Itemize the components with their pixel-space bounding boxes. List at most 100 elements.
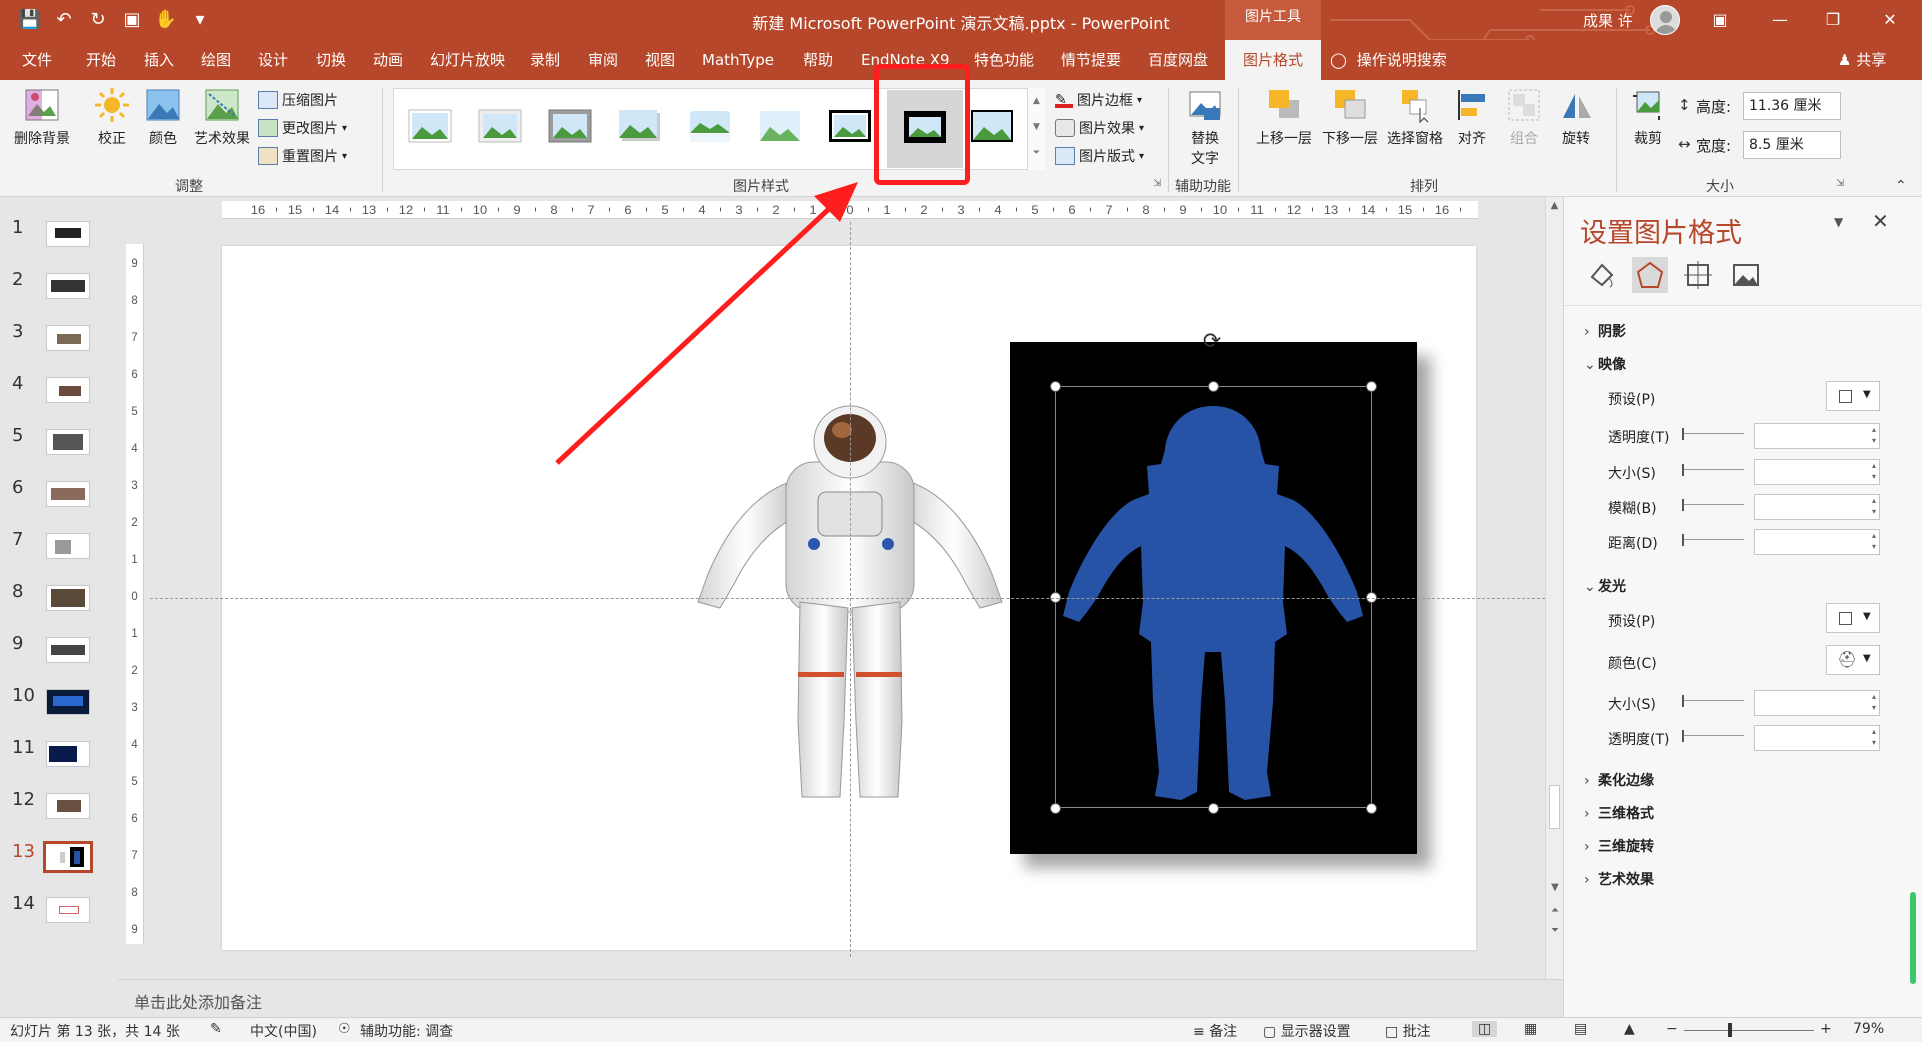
tab-slideshow[interactable]: 幻灯片放映 <box>430 40 505 80</box>
reflection-size-slider[interactable] <box>1682 464 1744 476</box>
resize-handle-bottom-right[interactable] <box>1366 803 1377 814</box>
picture-layout-button[interactable]: 图片版式 ▾ <box>1055 146 1144 166</box>
tab-animations[interactable]: 动画 <box>373 40 403 80</box>
user-name[interactable]: 成果 许 <box>1583 10 1633 31</box>
height-input[interactable]: 11.36 厘米 <box>1743 92 1841 120</box>
notes-button[interactable]: ≡ 备注 <box>1193 1021 1237 1041</box>
crop-button[interactable]: 裁剪 <box>1628 86 1668 148</box>
scroll-up-icon[interactable]: ▲ <box>1546 197 1563 215</box>
slide-thumbnail[interactable] <box>46 689 90 715</box>
dialog-launcher-icon[interactable]: ⇲ <box>1153 178 1161 189</box>
section-3d-rotation[interactable]: › 三维旋转 <box>1584 836 1654 856</box>
resize-handle-bottom-left[interactable] <box>1050 803 1061 814</box>
resize-handle-top-left[interactable] <box>1050 381 1061 392</box>
resize-handle-bottom[interactable] <box>1208 803 1219 814</box>
selection-pane-button[interactable]: 选择窗格 <box>1383 86 1447 148</box>
change-picture-button[interactable]: 更改图片 ▾ <box>258 118 347 138</box>
tab-mathtype[interactable]: MathType <box>702 40 774 80</box>
slide-thumbnail[interactable] <box>46 377 90 403</box>
group-button[interactable]: 组合 <box>1504 86 1544 148</box>
zoom-level[interactable]: 79% <box>1853 1021 1884 1037</box>
section-reflection[interactable]: ⌄ 映像 <box>1584 354 1626 374</box>
tab-review[interactable]: 审阅 <box>588 40 618 80</box>
spellcheck-icon[interactable]: ✎ <box>210 1021 222 1037</box>
tab-design[interactable]: 设计 <box>258 40 288 80</box>
tell-me-search[interactable]: ◯ 操作说明搜索 <box>1330 40 1447 80</box>
slideshow-view-icon[interactable]: ▲ <box>1624 1021 1635 1037</box>
reading-view-icon[interactable]: ▤ <box>1574 1021 1587 1037</box>
zoom-slider[interactable] <box>1684 1023 1814 1037</box>
tab-special-features[interactable]: 特色功能 <box>974 40 1034 80</box>
bring-forward-button[interactable]: 上移一层 <box>1252 86 1316 148</box>
glow-preset-dropdown[interactable]: ▼ <box>1826 603 1880 633</box>
picture-tab-icon[interactable] <box>1728 257 1764 293</box>
pane-scrollbar[interactable] <box>1910 892 1916 984</box>
reflection-size-input[interactable] <box>1754 459 1880 485</box>
section-artistic-effects[interactable]: › 艺术效果 <box>1584 869 1654 889</box>
tab-help[interactable]: 帮助 <box>803 40 833 80</box>
gallery-scroll[interactable]: ▲ ▼ ⏷ <box>1027 88 1045 170</box>
notes-placeholder[interactable]: 单击此处添加备注 <box>134 989 262 1013</box>
artistic-effects-button[interactable]: 艺术效果 <box>190 86 254 148</box>
glow-size-slider[interactable] <box>1682 695 1744 707</box>
gallery-more-icon[interactable]: ⏷ <box>1028 140 1045 166</box>
section-3d-format[interactable]: › 三维格式 <box>1584 803 1654 823</box>
picture-border-button[interactable]: ✎ 图片边框 ▾ <box>1055 90 1142 110</box>
next-slide-icon[interactable]: ⏷ <box>1546 925 1564 936</box>
slide-thumbnail[interactable] <box>46 637 90 663</box>
horizontal-ruler[interactable]: 16 15 14 13 12 11 10 9 8 7 6 5 4 3 2 1 0 1 2 3 4 5 6 7 8 9 10 11 12 1… <box>222 201 1478 219</box>
zoom-in-icon[interactable]: + <box>1820 1021 1832 1037</box>
zoom-slider-thumb[interactable] <box>1728 1023 1732 1037</box>
slide-thumbnail[interactable] <box>46 741 90 767</box>
effects-tab[interactable] <box>1632 257 1668 293</box>
slide-thumbnail[interactable] <box>46 429 90 455</box>
minimize-icon[interactable]: — <box>1760 6 1800 34</box>
tab-picture-format[interactable]: 图片格式 <box>1225 40 1321 80</box>
language-indicator[interactable]: 中文(中国) <box>250 1021 317 1041</box>
scroll-thumb[interactable] <box>1549 785 1560 829</box>
zoom-out-icon[interactable]: − <box>1666 1021 1678 1037</box>
slide-thumbnail[interactable] <box>46 325 90 351</box>
glow-transparency-slider[interactable] <box>1682 730 1744 742</box>
style-reflected-rounded[interactable] <box>688 109 732 143</box>
tab-storyboard[interactable]: 情节提要 <box>1061 40 1121 80</box>
notes-pane[interactable]: 单击此处添加备注 <box>118 979 1563 1017</box>
slide-thumbnail[interactable] <box>46 273 90 299</box>
corrections-button[interactable]: 校正 <box>92 86 132 148</box>
reset-picture-button[interactable]: 重置图片 ▾ <box>258 146 347 166</box>
reflection-transparency-input[interactable] <box>1754 423 1880 449</box>
reflection-blur-input[interactable] <box>1754 494 1880 520</box>
color-button[interactable]: 颜色 <box>143 86 183 148</box>
tab-transitions[interactable]: 切换 <box>316 40 346 80</box>
rotate-handle-icon[interactable]: ⟳ <box>1199 329 1225 355</box>
previous-slide-icon[interactable]: ⏶ <box>1546 905 1564 916</box>
style-simple-frame-black[interactable] <box>970 109 1014 143</box>
slide-thumbnail[interactable] <box>46 533 90 559</box>
section-glow[interactable]: ⌄ 发光 <box>1584 576 1626 596</box>
ribbon-display-options-icon[interactable]: ▣ <box>1700 6 1740 34</box>
tab-record[interactable]: 录制 <box>530 40 560 80</box>
pane-options-chevron-icon[interactable]: ▼ <box>1834 215 1843 229</box>
rotate-button[interactable]: 旋转 <box>1556 86 1596 148</box>
style-soft-edge[interactable] <box>758 109 802 143</box>
normal-view-icon[interactable]: ◫ <box>1472 1021 1498 1037</box>
scroll-down-icon[interactable]: ▼ <box>1546 882 1564 893</box>
resize-handle-top-right[interactable] <box>1366 381 1377 392</box>
reflection-distance-input[interactable] <box>1754 529 1880 555</box>
glow-transparency-input[interactable] <box>1754 725 1880 751</box>
close-icon[interactable]: ✕ <box>1870 6 1910 34</box>
size-properties-tab-icon[interactable] <box>1680 257 1716 293</box>
slide-sorter-icon[interactable]: ▦ <box>1524 1021 1537 1037</box>
compress-pictures-button[interactable]: 压缩图片 <box>258 90 338 110</box>
accessibility-status[interactable]: 辅助功能: 调查 <box>360 1021 453 1041</box>
gallery-down-icon[interactable]: ▼ <box>1028 114 1045 140</box>
size-dialog-launcher-icon[interactable]: ⇲ <box>1836 178 1844 189</box>
send-backward-button[interactable]: 下移一层 <box>1318 86 1382 148</box>
vertical-ruler[interactable]: 9 8 7 6 5 4 3 2 1 0 1 2 3 4 5 6 7 8 9 <box>126 244 144 944</box>
display-settings-button[interactable]: ▢ 显示器设置 <box>1263 1021 1351 1041</box>
reflection-transparency-slider[interactable] <box>1682 428 1744 440</box>
gallery-up-icon[interactable]: ▲ <box>1028 88 1045 114</box>
style-beveled-matte-white[interactable] <box>478 109 522 143</box>
style-double-frame-black[interactable] <box>828 109 872 143</box>
slide-thumbnail[interactable] <box>46 585 90 611</box>
